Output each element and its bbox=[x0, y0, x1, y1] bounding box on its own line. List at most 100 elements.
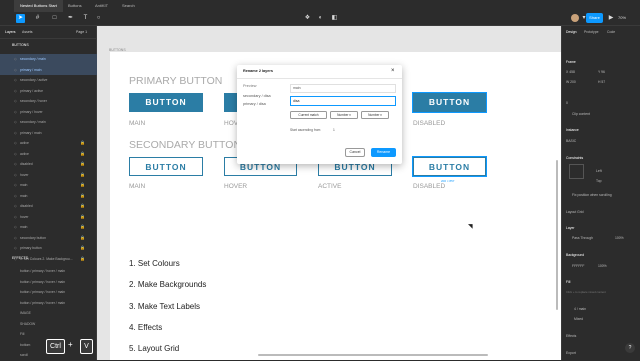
boolean-icon[interactable]: ◧ bbox=[330, 14, 339, 22]
layer-row[interactable]: ◇ disabled 🔒 bbox=[0, 201, 97, 212]
layer-row[interactable]: ◇ primary / active bbox=[0, 86, 97, 97]
close-icon[interactable]: × bbox=[391, 68, 395, 74]
layer-row[interactable]: ◇ main 🔒 bbox=[0, 191, 97, 202]
layer-row[interactable]: ◇ active 🔒 bbox=[0, 138, 97, 149]
tab-antikit[interactable]: AntiKIT bbox=[89, 0, 114, 12]
vertical-scrollbar[interactable] bbox=[556, 160, 558, 310]
layer-row[interactable]: ◇ primary / main bbox=[0, 64, 97, 75]
component-icon[interactable]: ❖ bbox=[303, 14, 312, 22]
section-effects[interactable]: EFFECTS bbox=[12, 256, 28, 260]
x-field[interactable]: 458 bbox=[569, 70, 575, 74]
lock-icon[interactable]: 🔒 bbox=[80, 191, 85, 202]
lock-icon[interactable]: 🔒 bbox=[80, 201, 85, 212]
pen-tool-icon[interactable]: ✒ bbox=[66, 14, 75, 23]
tab-search[interactable]: Search bbox=[116, 0, 141, 12]
primary-disabled-button[interactable]: BUTTON bbox=[412, 92, 487, 113]
layer-row[interactable]: ◇ secondary / active bbox=[0, 75, 97, 86]
tab-design[interactable]: Design bbox=[566, 30, 577, 34]
lock-icon[interactable]: 🔒 bbox=[80, 170, 85, 181]
tab-assets[interactable]: Assets bbox=[22, 30, 33, 34]
constraint-widget[interactable] bbox=[569, 164, 584, 179]
share-button[interactable]: Share bbox=[586, 13, 603, 23]
number-button[interactable]: Number ▾ bbox=[330, 111, 358, 119]
start-value[interactable]: 1 bbox=[333, 128, 335, 132]
layer-row[interactable]: ◇ main 🔒 bbox=[0, 222, 97, 233]
layer-row[interactable]: button / primary / hover / main bbox=[0, 298, 97, 309]
tab-prototype[interactable]: Prototype bbox=[584, 30, 599, 34]
lock-icon[interactable]: 🔒 bbox=[80, 254, 85, 265]
number-button-2[interactable]: Number ▾ bbox=[361, 111, 389, 119]
frame-tool-icon[interactable]: # bbox=[33, 14, 42, 23]
lock-icon[interactable]: 🔒 bbox=[80, 149, 85, 160]
layer-row[interactable]: button / primary / hover / main bbox=[0, 287, 97, 298]
lock-icon[interactable]: 🔒 bbox=[80, 233, 85, 244]
layer-row[interactable]: ◇ primary / main bbox=[0, 128, 97, 139]
current-match-button[interactable]: Current match bbox=[290, 111, 327, 119]
layer-row[interactable]: ◇ hover 🔒 bbox=[0, 212, 97, 223]
primary-hover-button[interactable] bbox=[224, 93, 238, 112]
layer-row[interactable]: ◇ main 🔒 bbox=[0, 180, 97, 191]
layer-row[interactable]: ◇ primary button 🔒 bbox=[0, 243, 97, 254]
top-constraint[interactable]: Top bbox=[596, 179, 601, 183]
move-tool-icon[interactable]: ➤ bbox=[16, 14, 25, 23]
shape-tool-icon[interactable]: □ bbox=[50, 14, 59, 23]
avatar[interactable] bbox=[571, 14, 579, 22]
lock-icon[interactable]: 🔒 bbox=[80, 159, 85, 170]
lock-icon[interactable]: 🔒 bbox=[80, 180, 85, 191]
variant-select[interactable]: BASIC bbox=[566, 139, 576, 143]
rename-button[interactable]: Rename bbox=[371, 148, 396, 157]
text-tool-icon[interactable]: T bbox=[81, 14, 90, 23]
layer-row[interactable]: ◇ secondary button 🔒 bbox=[0, 233, 97, 244]
layer-row[interactable]: ◇ disabled 🔒 bbox=[0, 159, 97, 170]
clip-content-checkbox[interactable]: Clip content bbox=[572, 112, 590, 116]
layer-row[interactable]: ◇ secondary / main bbox=[0, 54, 97, 65]
horizontal-scrollbar[interactable] bbox=[258, 354, 488, 356]
background-hex[interactable]: FFFFFF bbox=[572, 264, 584, 268]
mixed-item[interactable]: Mixed bbox=[574, 317, 583, 321]
effects-label: Effects bbox=[566, 334, 577, 338]
mask-icon[interactable]: ◐ bbox=[316, 14, 325, 22]
find-field[interactable]: main bbox=[290, 84, 396, 93]
lock-icon[interactable]: 🔒 bbox=[80, 222, 85, 233]
layer-row[interactable]: SHADOW bbox=[0, 319, 97, 330]
layer-row[interactable]: ◇ secondary / main bbox=[0, 117, 97, 128]
layer-row[interactable]: IMAGE bbox=[0, 308, 97, 319]
style-item[interactable]: 4 / main bbox=[574, 307, 586, 311]
top-bar: Nested Buttons Start Buttons AntiKIT Sea… bbox=[0, 0, 640, 26]
page-selector[interactable]: Page 1 bbox=[76, 30, 87, 34]
y-field[interactable]: 96 bbox=[601, 70, 605, 74]
rename-input[interactable]: disa bbox=[290, 96, 396, 106]
opacity-field[interactable]: 100% bbox=[615, 236, 624, 240]
lock-icon[interactable]: 🔒 bbox=[80, 138, 85, 149]
w-field[interactable]: 200 bbox=[570, 80, 576, 84]
layer-row[interactable]: button / primary / hover / main bbox=[0, 266, 97, 277]
fix-position-checkbox[interactable]: Fix position when scrolling bbox=[572, 193, 612, 197]
lock-icon[interactable]: 🔒 bbox=[80, 212, 85, 223]
tab-file-active[interactable]: Nested Buttons Start bbox=[14, 0, 63, 12]
layer-row[interactable]: ◇ primary / hover bbox=[0, 107, 97, 118]
h-field[interactable]: 57 bbox=[601, 80, 605, 84]
tab-layers[interactable]: Layers bbox=[5, 30, 16, 34]
secondary-main-button[interactable]: BUTTON bbox=[129, 157, 203, 176]
tab-code[interactable]: Code bbox=[607, 30, 615, 34]
background-opacity[interactable]: 100% bbox=[598, 264, 607, 268]
section-buttons[interactable]: BUTTONS bbox=[12, 43, 29, 47]
comment-tool-icon[interactable]: ○ bbox=[94, 14, 103, 23]
secondary-disabled-button[interactable]: BUTTON bbox=[412, 156, 487, 177]
radius-field[interactable]: 0 bbox=[566, 101, 568, 105]
left-constraint[interactable]: Left bbox=[596, 169, 602, 173]
tab-buttons[interactable]: Buttons bbox=[62, 0, 88, 12]
layer-row[interactable]: ◇ secondary / hover bbox=[0, 96, 97, 107]
help-icon[interactable]: ? bbox=[625, 343, 635, 353]
layer-row[interactable]: Fill bbox=[0, 329, 97, 340]
frame-label: Frame bbox=[566, 60, 576, 64]
cancel-button[interactable]: Cancel bbox=[345, 148, 365, 157]
zoom-level[interactable]: 70% bbox=[618, 14, 626, 22]
primary-main-button[interactable]: BUTTON bbox=[129, 93, 203, 112]
layer-row[interactable]: ◇ hover 🔒 bbox=[0, 170, 97, 181]
blend-select[interactable]: Pass Through bbox=[572, 236, 593, 240]
present-icon[interactable]: ▶ bbox=[607, 14, 615, 22]
layer-row[interactable]: ◇ active 🔒 bbox=[0, 149, 97, 160]
lock-icon[interactable]: 🔒 bbox=[80, 243, 85, 254]
layer-row[interactable]: button / primary / hover / main bbox=[0, 277, 97, 288]
